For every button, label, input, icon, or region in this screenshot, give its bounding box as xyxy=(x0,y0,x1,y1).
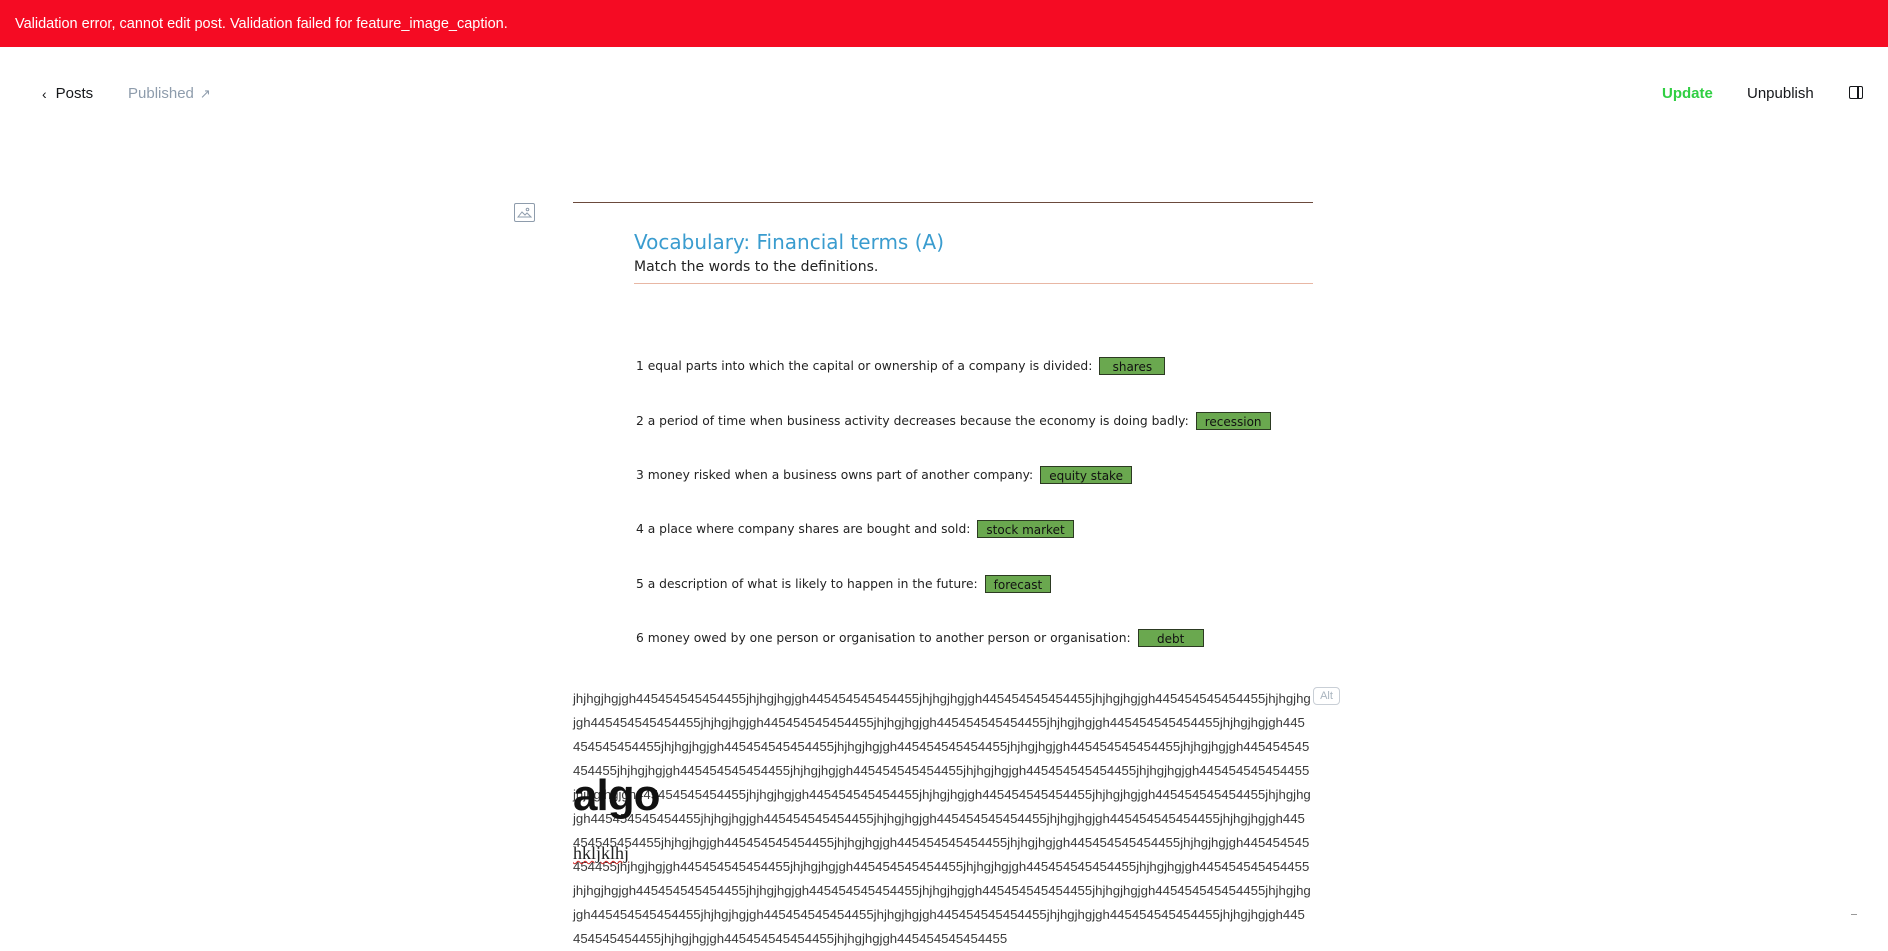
worksheet-answer: equity stake xyxy=(1040,466,1132,484)
scroll-indicator xyxy=(1851,914,1857,915)
post-title[interactable]: algo xyxy=(573,770,660,822)
worksheet-divider xyxy=(634,283,1313,284)
worksheet-item: 2 a period of time when business activit… xyxy=(636,412,1271,430)
worksheet-item: 6 money owed by one person or organisati… xyxy=(636,629,1204,647)
worksheet-answer: shares xyxy=(1099,357,1166,375)
post-body-text[interactable]: hkljklhj xyxy=(573,843,629,864)
worksheet-answer: debt xyxy=(1137,629,1204,647)
status-label: Published xyxy=(128,85,194,102)
error-message: Validation error, cannot edit post. Vali… xyxy=(15,15,508,32)
worksheet-item: 5 a description of what is likely to hap… xyxy=(636,575,1052,593)
worksheet-answer: stock market xyxy=(977,520,1074,538)
back-to-posts-link[interactable]: ‹ Posts xyxy=(42,85,93,102)
worksheet-item-text: 5 a description of what is likely to hap… xyxy=(636,577,978,591)
update-button[interactable]: Update xyxy=(1662,85,1713,102)
worksheet-item-text: 1 equal parts into which the capital or … xyxy=(636,359,1093,373)
back-label: Posts xyxy=(55,85,94,102)
worksheet-top-rule xyxy=(573,202,1313,203)
worksheet-item-text: 3 money risked when a business owns part… xyxy=(636,468,1034,482)
alt-text-button[interactable]: Alt xyxy=(1313,687,1340,705)
worksheet-answer: recession xyxy=(1195,412,1271,430)
worksheet-item: 1 equal parts into which the capital or … xyxy=(636,357,1166,375)
worksheet-item-text: 2 a period of time when business activit… xyxy=(636,414,1189,428)
image-icon[interactable] xyxy=(514,203,535,222)
worksheet-item-text: 4 a place where company shares are bough… xyxy=(636,522,971,536)
worksheet-item: 3 money risked when a business owns part… xyxy=(636,466,1132,484)
validation-error-banner: Validation error, cannot edit post. Vali… xyxy=(0,0,1888,47)
worksheet-title: Vocabulary: Financial terms (A) xyxy=(634,230,944,254)
post-status-link[interactable]: Published ↗ xyxy=(128,85,211,102)
feature-image-caption[interactable]: jhjhgjhgjgh445454545454455jhjhgjhgjgh445… xyxy=(573,687,1311,951)
feature-image[interactable]: Vocabulary: Financial terms (A) Match th… xyxy=(573,202,1313,672)
editor-header: ‹ Posts Published ↗ Update Unpublish xyxy=(0,47,1888,141)
worksheet-answer: forecast xyxy=(984,575,1052,593)
chevron-left-icon: ‹ xyxy=(42,85,47,102)
sidebar-toggle-icon[interactable] xyxy=(1849,86,1863,99)
worksheet-item: 4 a place where company shares are bough… xyxy=(636,520,1074,538)
worksheet-subtitle: Match the words to the definitions. xyxy=(634,259,879,275)
unpublish-button[interactable]: Unpublish xyxy=(1747,85,1814,102)
worksheet-item-text: 6 money owed by one person or organisati… xyxy=(636,631,1131,645)
arrow-up-right-icon: ↗ xyxy=(199,85,211,101)
